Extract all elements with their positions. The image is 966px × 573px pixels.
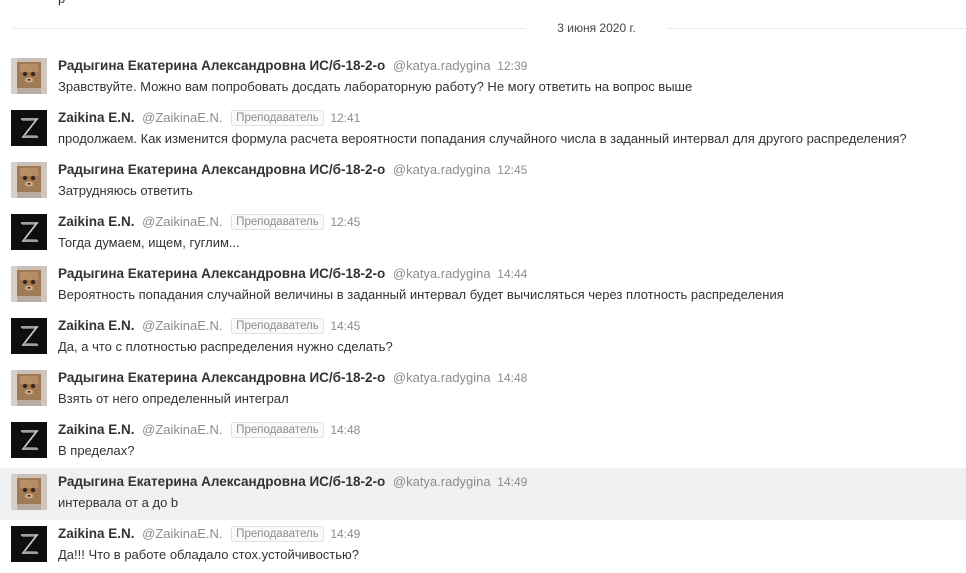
role-badge: Преподаватель: [231, 110, 324, 126]
role-badge: Преподаватель: [231, 214, 324, 230]
role-badge: Преподаватель: [231, 526, 324, 542]
author-username[interactable]: @katya.radygina: [393, 58, 491, 73]
student-avatar-icon[interactable]: [11, 266, 47, 302]
message-time[interactable]: 12:41: [330, 111, 360, 125]
message-text: Вероятность попадания случайной величины…: [58, 287, 784, 302]
message-item[interactable]: Радыгина Екатерина Александровна ИС/б-18…: [0, 364, 966, 416]
previous-message-fragment: р: [58, 0, 65, 6]
author-name[interactable]: Радыгина Екатерина Александровна ИС/б-18…: [58, 370, 385, 385]
author-username[interactable]: @ZaikinaE.N.: [142, 214, 222, 229]
message-text: Да!!! Что в работе обладало стох.устойчи…: [58, 547, 359, 562]
author-name[interactable]: Zaikina E.N.: [58, 318, 135, 333]
message-item[interactable]: Zaikina E.N. @ZaikinaE.N. Преподаватель …: [0, 208, 966, 260]
teacher-avatar-icon[interactable]: [11, 422, 47, 458]
author-username[interactable]: @ZaikinaE.N.: [142, 526, 222, 541]
author-name[interactable]: Радыгина Екатерина Александровна ИС/б-18…: [58, 266, 385, 281]
message-item[interactable]: Радыгина Екатерина Александровна ИС/б-18…: [0, 468, 966, 520]
message-text: Взять от него определенный интеграл: [58, 391, 289, 406]
author-username[interactable]: @katya.radygina: [393, 474, 491, 489]
author-name[interactable]: Zaikina E.N.: [58, 422, 135, 437]
message-text: интервала от a до b: [58, 495, 179, 510]
message-text: продолжаем. Как изменится формула расчет…: [58, 131, 907, 146]
message-text: Да, а что с плотностью распределения нуж…: [58, 339, 393, 354]
message-item[interactable]: Zaikina E.N. @ZaikinaE.N. Преподаватель …: [0, 104, 966, 156]
author-name[interactable]: Zaikina E.N.: [58, 110, 135, 125]
message-text: Тогда думаем, ищем, гуглим...: [58, 235, 240, 250]
role-badge: Преподаватель: [231, 318, 324, 334]
author-name[interactable]: Радыгина Екатерина Александровна ИС/б-18…: [58, 474, 385, 489]
student-avatar-icon[interactable]: [11, 474, 47, 510]
separator-line-right: [667, 28, 966, 29]
author-name[interactable]: Радыгина Екатерина Александровна ИС/б-18…: [58, 58, 385, 73]
message-time[interactable]: 14:44: [497, 267, 527, 281]
author-username[interactable]: @katya.radygina: [393, 162, 491, 177]
author-username[interactable]: @katya.radygina: [393, 266, 491, 281]
message-text: Затрудняюсь ответить: [58, 183, 193, 198]
student-avatar-icon[interactable]: [11, 58, 47, 94]
message-item[interactable]: Радыгина Екатерина Александровна ИС/б-18…: [0, 52, 966, 104]
message-text: В пределах?: [58, 443, 135, 458]
message-time[interactable]: 12:39: [497, 59, 527, 73]
message-time[interactable]: 14:48: [497, 371, 527, 385]
separator-line-left: [12, 28, 526, 29]
message-time[interactable]: 14:48: [330, 423, 360, 437]
author-username[interactable]: @ZaikinaE.N.: [142, 318, 222, 333]
message-time[interactable]: 12:45: [330, 215, 360, 229]
chat-area: р 3 июня 2020 г. Радыгина Екатерина Алек…: [0, 0, 966, 573]
message-item[interactable]: Zaikina E.N. @ZaikinaE.N. Преподаватель …: [0, 520, 966, 572]
author-name[interactable]: Радыгина Екатерина Александровна ИС/б-18…: [58, 162, 385, 177]
author-name[interactable]: Zaikina E.N.: [58, 214, 135, 229]
message-time[interactable]: 12:45: [497, 163, 527, 177]
message-item[interactable]: Радыгина Екатерина Александровна ИС/б-18…: [0, 156, 966, 208]
message-time[interactable]: 14:49: [330, 527, 360, 541]
author-name[interactable]: Zaikina E.N.: [58, 526, 135, 541]
message-item[interactable]: Радыгина Екатерина Александровна ИС/б-18…: [0, 260, 966, 312]
author-username[interactable]: @katya.radygina: [393, 370, 491, 385]
author-username[interactable]: @ZaikinaE.N.: [142, 422, 222, 437]
date-label: 3 июня 2020 г.: [557, 21, 636, 35]
teacher-avatar-icon[interactable]: [11, 110, 47, 146]
message-time[interactable]: 14:45: [330, 319, 360, 333]
message-text: Зравствуйте. Можно вам попробовать досда…: [58, 79, 693, 94]
author-username[interactable]: @ZaikinaE.N.: [142, 110, 222, 125]
teacher-avatar-icon[interactable]: [11, 214, 47, 250]
message-item[interactable]: Zaikina E.N. @ZaikinaE.N. Преподаватель …: [0, 312, 966, 364]
student-avatar-icon[interactable]: [11, 370, 47, 406]
student-avatar-icon[interactable]: [11, 162, 47, 198]
role-badge: Преподаватель: [231, 422, 324, 438]
teacher-avatar-icon[interactable]: [11, 526, 47, 562]
message-time[interactable]: 14:49: [497, 475, 527, 489]
teacher-avatar-icon[interactable]: [11, 318, 47, 354]
date-separator: 3 июня 2020 г.: [0, 18, 966, 38]
message-item[interactable]: Zaikina E.N. @ZaikinaE.N. Преподаватель …: [0, 416, 966, 468]
